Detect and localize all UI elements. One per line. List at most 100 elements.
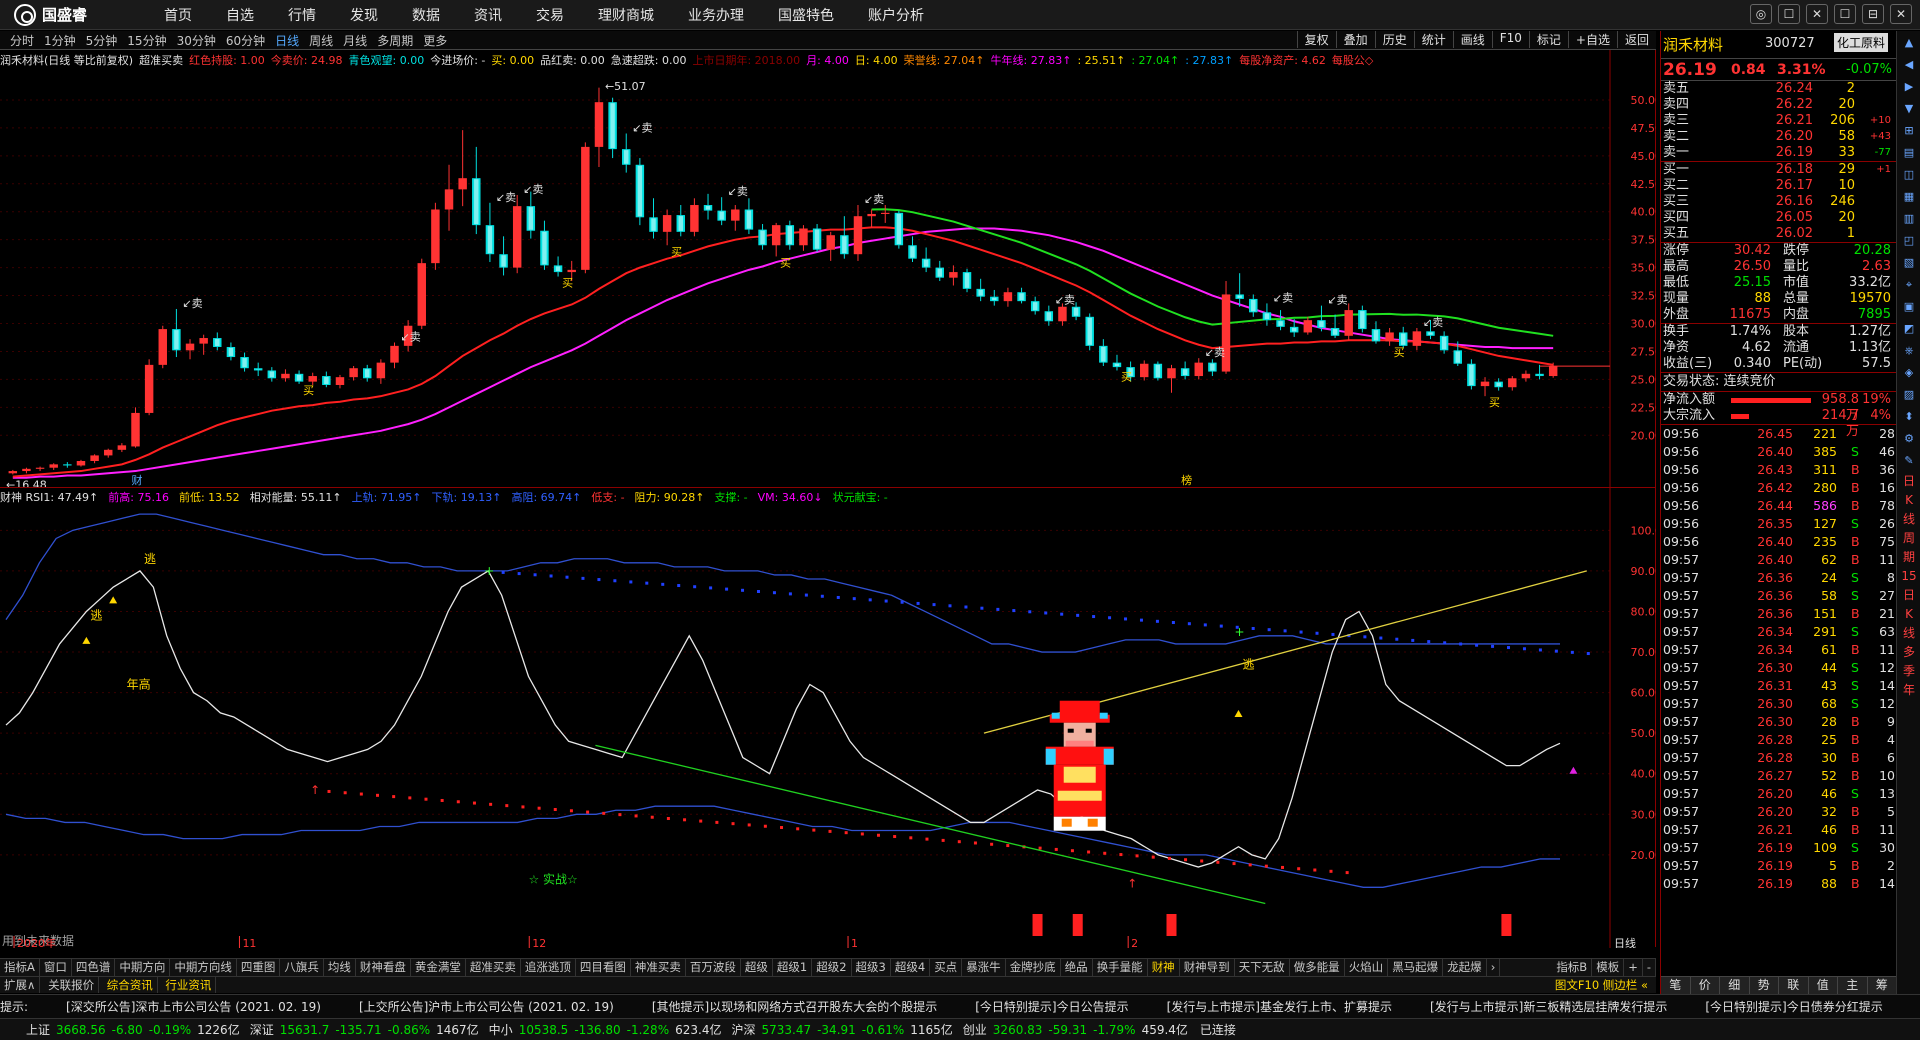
menu-item-business[interactable]: 业务办理 (688, 5, 744, 25)
indicator-tab[interactable]: 超级 (741, 959, 773, 976)
toolbar-period-label[interactable]: 线 (1899, 511, 1919, 528)
tool-history[interactable]: 历史 (1374, 31, 1414, 48)
quote-tab[interactable]: 联 (1779, 977, 1809, 994)
indicator-tab[interactable]: 中期方向线 (170, 959, 237, 976)
indicator-tab[interactable]: 四目看图 (576, 959, 631, 976)
period-multi[interactable]: 多周期 (377, 32, 413, 49)
indicator-tab-control[interactable]: 指标B (1552, 959, 1593, 976)
period-daily[interactable]: 日线 (275, 32, 299, 49)
indicator-tab[interactable]: 中期方向 (115, 959, 171, 976)
period-more[interactable]: 更多 (423, 32, 447, 49)
toolbar-glyph-icon[interactable]: ◫ (1899, 165, 1919, 185)
stock-name[interactable]: 润禾材料 (1663, 34, 1723, 55)
indicator-tab[interactable]: 黑马起爆 (1388, 959, 1444, 976)
index-name[interactable]: 创业 (963, 1023, 987, 1037)
indicator-tab[interactable]: 绝品 (1061, 959, 1093, 976)
ticker-item[interactable]: [发行与上市提示]基金发行上市、扩募提示 (1167, 1000, 1392, 1014)
toolbar-period-label[interactable]: K (1899, 492, 1919, 509)
toolbar-glyph-icon[interactable]: ✎ (1899, 451, 1919, 471)
indicator-tab[interactable]: › (1487, 959, 1501, 976)
rsi-indicator-panel[interactable]: 财神 RSI1: 47.49↑ 前高: 75.16 前低: 13.52 相对能量: 5… (0, 487, 1662, 950)
minimize-icon[interactable]: ⊟ (1862, 4, 1884, 24)
ticker-item[interactable]: [上交所公告]沪市上市公司公告 (2021. 02. 19) (359, 1000, 614, 1014)
toolbar-glyph-icon[interactable]: ▼ (1899, 99, 1919, 119)
toolbar-glyph-icon[interactable]: ◩ (1899, 319, 1919, 339)
industry-badge[interactable]: 化工原料 (1833, 33, 1888, 52)
period-1min[interactable]: 1分钟 (44, 32, 76, 49)
tab-related-quotes[interactable]: 关联报价 (44, 977, 100, 993)
indicator-tab[interactable]: 财神 (1148, 959, 1180, 976)
toolbar-period-label[interactable]: 日 (1899, 473, 1919, 490)
indicator-tab[interactable]: 暴涨牛 (962, 959, 1006, 976)
ticker-item[interactable]: 提示: (0, 1000, 28, 1014)
quote-tab[interactable]: 价 (1691, 977, 1720, 994)
period-timeshare[interactable]: 分时 (10, 32, 34, 49)
toolbar-period-label[interactable]: 期 (1899, 549, 1919, 566)
tool-draw[interactable]: 画线 (1452, 31, 1492, 48)
tab-industry-news[interactable]: 行业资讯 (161, 977, 217, 993)
menu-item-trade[interactable]: 交易 (536, 5, 564, 25)
indicator-tab[interactable]: 追涨逃顶 (521, 959, 576, 976)
indicator-tab[interactable]: 做多能量 (1290, 959, 1345, 976)
tool-back[interactable]: 返回 (1616, 31, 1656, 48)
indicator-tab[interactable]: 财神看盘 (356, 959, 411, 976)
menu-item-guosheng-features[interactable]: 国盛特色 (778, 5, 834, 25)
indicator-tab-control[interactable]: - (1643, 959, 1656, 976)
toolbar-period-label[interactable]: 多 (1899, 644, 1919, 661)
indicator-tab[interactable]: 金牌抄底 (1006, 959, 1061, 976)
message-icon[interactable]: ◎ (1750, 4, 1772, 24)
toolbar-period-label[interactable]: K (1899, 606, 1919, 623)
index-name[interactable]: 沪深 (731, 1023, 755, 1037)
toolbar-period-label[interactable]: 周 (1899, 530, 1919, 547)
quote-tab[interactable]: 细 (1720, 977, 1750, 994)
tool-adjust[interactable]: 复权 (1296, 31, 1336, 48)
menu-item-watchlist[interactable]: 自选 (226, 5, 254, 25)
quote-tab[interactable]: 势 (1750, 977, 1779, 994)
toolbar-glyph-icon[interactable]: ◰ (1899, 231, 1919, 251)
toolbar-glyph-icon[interactable]: ▦ (1899, 187, 1919, 207)
ticker-item[interactable]: [其他提示]以现场和网络方式召开股东大会的个股提示 (652, 1000, 937, 1014)
indicator-tab[interactable]: 神准买卖 (631, 959, 686, 976)
indicator-tab[interactable]: 超级4 (891, 959, 931, 976)
period-15min[interactable]: 15分钟 (127, 32, 166, 49)
toolbar-glyph-icon[interactable]: ▲ (1899, 33, 1919, 53)
indicator-tab[interactable]: 天下无敌 (1235, 959, 1290, 976)
app-logo[interactable]: 国盛睿 (14, 3, 124, 26)
toolbar-glyph-icon[interactable]: ⌖ (1899, 275, 1919, 295)
menu-item-quotes[interactable]: 行情 (288, 5, 316, 25)
toolbar-glyph-icon[interactable]: ⎈ (1899, 341, 1919, 361)
tab-expand[interactable]: 扩展∧ (0, 977, 41, 993)
restore-icon[interactable]: ☐ (1778, 4, 1800, 24)
tick-list[interactable]: 09:56 26.45 221 28 09:56 26.40 385 S 46 09:56 26.4… (1661, 425, 1896, 893)
toolbar-period-label[interactable]: 15 (1899, 568, 1919, 585)
indicator-tab[interactable]: 指标A (0, 959, 40, 976)
menu-item-news[interactable]: 资讯 (474, 5, 502, 25)
toolbar-period-label[interactable]: 年 (1899, 682, 1919, 699)
tool-stats[interactable]: 统计 (1413, 31, 1453, 48)
period-60min[interactable]: 60分钟 (226, 32, 265, 49)
indicator-tab-control[interactable]: 模板 (1592, 959, 1625, 976)
toolbar-glyph-icon[interactable]: ▨ (1899, 385, 1919, 405)
menu-item-wealth-mall[interactable]: 理财商城 (598, 5, 654, 25)
indicator-tab-control[interactable]: + (1624, 959, 1643, 976)
period-5min[interactable]: 5分钟 (86, 32, 118, 49)
ticker-item[interactable]: [今日特别提示]今日债券分红提示 (1705, 1000, 1882, 1014)
toolbar-glyph-icon[interactable]: ▧ (1899, 253, 1919, 273)
indicator-tab[interactable]: 财神导到 (1180, 959, 1235, 976)
indicator-tab[interactable]: 龙起爆 (1443, 959, 1487, 976)
indicator-tab[interactable]: 超级2 (812, 959, 852, 976)
quote-tab[interactable]: 主 (1838, 977, 1868, 994)
menu-item-home[interactable]: 首页 (164, 5, 192, 25)
maximize-icon[interactable]: ☐ (1834, 4, 1856, 24)
toolbar-glyph-icon[interactable]: ◈ (1899, 363, 1919, 383)
tool-f10[interactable]: F10 (1491, 31, 1529, 48)
tool-add-watchlist[interactable]: +自选 (1567, 31, 1617, 48)
indicator-tab[interactable]: 超级1 (773, 959, 813, 976)
toolbar-glyph-icon[interactable]: ⊞ (1899, 121, 1919, 141)
kline-chart-panel[interactable]: 润禾材料(日线 等比前复权) 超准买卖 红色持股: 1.00 今卖价: 24.98 青色… (0, 50, 1662, 492)
toolbar-glyph-icon[interactable]: ▶ (1899, 77, 1919, 97)
ticker-item[interactable]: [今日特别提示]今日公告提示 (975, 1000, 1128, 1014)
toolbar-period-label[interactable]: 季 (1899, 663, 1919, 680)
indicator-tab[interactable]: 四重图 (237, 959, 281, 976)
period-monthly[interactable]: 月线 (343, 32, 367, 49)
